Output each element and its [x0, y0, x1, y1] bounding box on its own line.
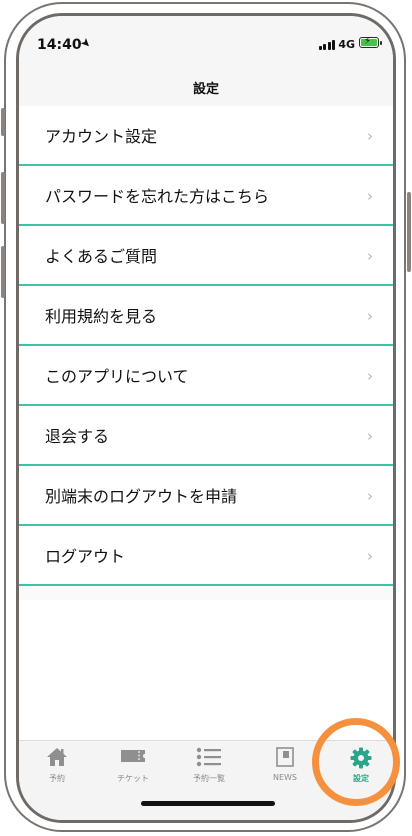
home-icon [47, 748, 67, 766]
status-time: 14:40 [37, 37, 82, 53]
news-icon [276, 747, 294, 767]
menu-item-terms[interactable]: 利用規約を見る › [19, 286, 393, 346]
page-title: 設定 [192, 82, 219, 97]
network-type: 4G [338, 38, 355, 51]
menu-item-withdraw[interactable]: 退会する › [19, 406, 393, 466]
ticket-icon [121, 750, 145, 762]
menu-item-label: アカウント設定 [45, 127, 158, 146]
screen: 14:40 ➤ 4G ⚡ 設定 アカウント設定 › パスワードを忘れた方はこちら… [16, 13, 396, 823]
menu-item-label: パスワードを忘れた方はこちら [45, 187, 270, 206]
side-button-volume-down [1, 246, 5, 298]
settings-menu: アカウント設定 › パスワードを忘れた方はこちら › よくあるご質問 › 利用規… [19, 106, 393, 586]
side-button-power [407, 192, 411, 272]
menu-item-label: 退会する [45, 427, 110, 446]
gear-icon [350, 747, 372, 769]
menu-item-label: 別端末のログアウトを申請 [45, 487, 238, 506]
tab-label: 予約一覧 [193, 774, 225, 783]
menu-item-label: よくあるご質問 [45, 247, 158, 266]
empty-content-area [19, 600, 393, 740]
tab-reservation[interactable]: 予約 [19, 741, 95, 791]
chevron-right-icon: › [367, 187, 373, 205]
menu-item-label: ログアウト [45, 547, 126, 566]
chevron-right-icon: › [367, 427, 373, 445]
home-indicator [141, 801, 275, 806]
menu-item-account-settings[interactable]: アカウント設定 › [19, 106, 393, 166]
tab-label: チケット [117, 774, 149, 783]
tab-ticket[interactable]: チケット [95, 741, 171, 791]
chevron-right-icon: › [367, 487, 373, 505]
side-button-mute [1, 108, 5, 136]
menu-item-label: このアプリについて [45, 367, 189, 386]
battery-icon: ⚡ [359, 36, 382, 48]
menu-item-about-app[interactable]: このアプリについて › [19, 346, 393, 406]
menu-item-remote-logout[interactable]: 別端末のログアウトを申請 › [19, 466, 393, 526]
menu-item-faq[interactable]: よくあるご質問 › [19, 226, 393, 286]
tab-settings[interactable]: 設定 [323, 741, 393, 791]
navigation-bar: 設定 [19, 78, 393, 108]
chevron-right-icon: › [367, 307, 373, 325]
tab-news[interactable]: NEWS [247, 741, 323, 791]
status-bar: 14:40 ➤ 4G ⚡ [19, 16, 393, 78]
side-button-volume-up [1, 172, 5, 224]
tab-reservation-list[interactable]: 予約一覧 [171, 741, 247, 791]
chevron-right-icon: › [367, 367, 373, 385]
tab-label: NEWS [272, 773, 298, 782]
chevron-right-icon: › [367, 247, 373, 265]
chevron-right-icon: › [367, 127, 373, 145]
menu-item-forgot-password[interactable]: パスワードを忘れた方はこちら › [19, 166, 393, 226]
menu-item-label: 利用規約を見る [45, 307, 158, 326]
tab-label: 設定 [353, 774, 369, 783]
menu-item-logout[interactable]: ログアウト › [19, 526, 393, 586]
chevron-right-icon: › [367, 547, 373, 565]
tab-label: 予約 [49, 774, 65, 783]
signal-icon [318, 40, 335, 50]
list-icon [196, 747, 221, 767]
tab-bar: 予約 チケット 予約一覧 NEWS 設定 [19, 740, 393, 820]
